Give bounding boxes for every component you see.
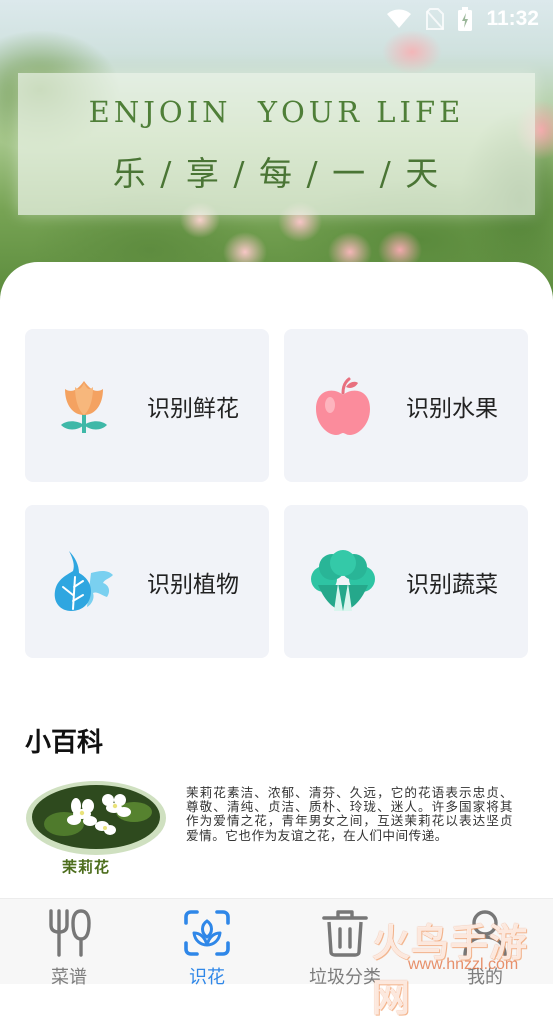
nav-item-garbage-sorting[interactable]: 垃圾分类 xyxy=(300,905,390,988)
identify-vegetable-card[interactable]: 识别蔬菜 xyxy=(284,505,528,658)
trash-icon xyxy=(322,910,368,957)
jasmine-caption: 茉莉花 xyxy=(62,858,111,876)
nav-item-profile[interactable]: 我的 xyxy=(440,905,530,988)
jasmine-image[interactable]: 茉莉花 xyxy=(24,780,172,876)
scan-flower-icon xyxy=(184,910,230,956)
nav-item-recipes[interactable]: 菜谱 xyxy=(24,905,114,988)
apple-icon xyxy=(316,377,370,435)
bottom-nav: 菜谱 识花 垃圾分类 我的 xyxy=(0,898,553,988)
nav-label-garbage-sorting: 垃圾分类 xyxy=(309,967,381,988)
identify-fruit-label: 识别水果 xyxy=(406,396,498,422)
identify-plant-card[interactable]: 识别植物 xyxy=(25,505,269,658)
wiki-text: 茉莉花素洁、浓郁、清芬、久远，它的花语表示忠贞、尊敬、清纯、贞洁、质朴、玲珑、迷… xyxy=(186,785,513,843)
identify-vegetable-label: 识别蔬菜 xyxy=(406,572,498,598)
wiki-section-title: 小百科 xyxy=(25,728,104,758)
nav-label-identify-flower: 识花 xyxy=(189,967,225,988)
nav-item-identify-flower[interactable]: 识花 xyxy=(162,905,252,988)
wifi-icon xyxy=(387,9,412,28)
status-bar: 11:32 xyxy=(0,0,553,38)
flower-icon xyxy=(61,381,107,433)
nav-label-recipes: 菜谱 xyxy=(51,967,87,988)
profile-icon xyxy=(463,910,507,957)
identify-fruit-card[interactable]: 识别水果 xyxy=(284,329,528,482)
vegetable-icon xyxy=(311,550,375,611)
leaf-icon xyxy=(54,551,113,611)
identify-flower-card[interactable]: 识别鲜花 xyxy=(25,329,269,482)
status-time: 11:32 xyxy=(486,7,539,30)
battery-icon xyxy=(458,7,473,31)
banner-title: ENJOIN YOUR LIFE xyxy=(88,95,465,129)
identify-flower-label: 识别鲜花 xyxy=(147,396,239,422)
identify-plant-label: 识别植物 xyxy=(147,572,239,598)
hero-banner: ENJOIN YOUR LIFE 乐 / 享 / 每 / 一 / 天 xyxy=(18,73,535,215)
nav-label-profile: 我的 xyxy=(467,967,503,988)
banner-subtitle: 乐 / 享 / 每 / 一 / 天 xyxy=(112,154,441,193)
fork-knife-icon xyxy=(49,909,91,957)
no-sim-icon xyxy=(426,8,445,30)
